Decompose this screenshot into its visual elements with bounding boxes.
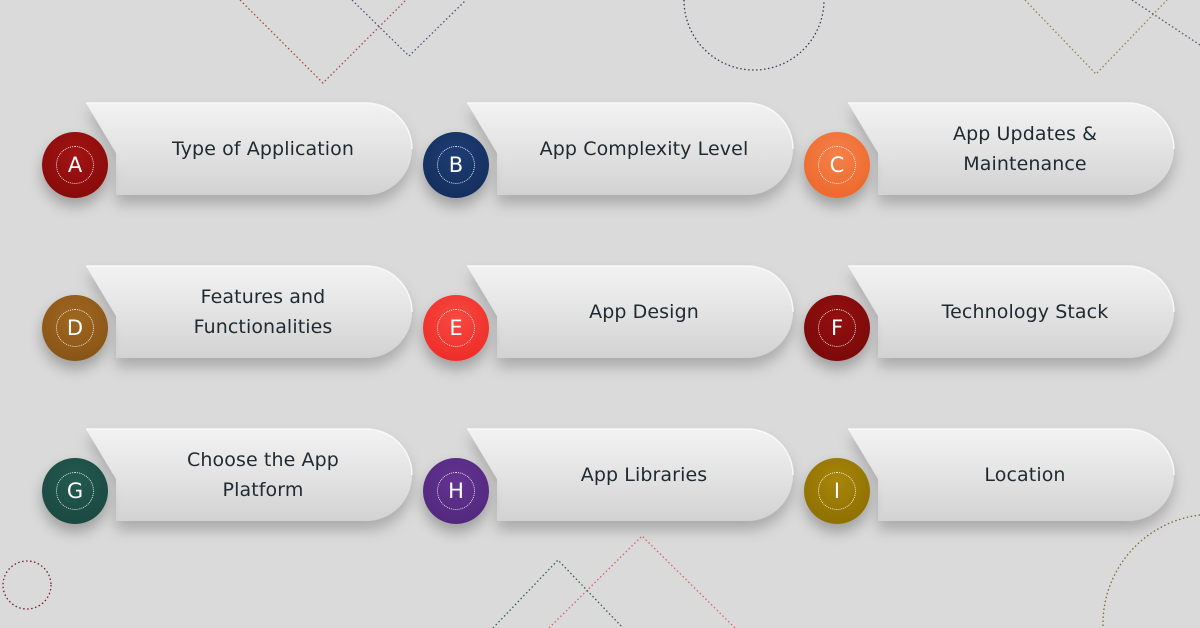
- factor-card-b: App Complexity Level B: [421, 102, 794, 203]
- card-label-line: Maintenance: [963, 153, 1087, 175]
- card-label: Technology Stack: [880, 266, 1170, 358]
- card-label-line: App Updates &: [952, 123, 1098, 145]
- card-label: App Complexity Level: [499, 103, 789, 195]
- card-label-line: App Libraries: [580, 464, 708, 486]
- factor-card-h: App Libraries H: [421, 428, 794, 529]
- letter-badge: C: [804, 132, 870, 198]
- badge-letter: G: [66, 479, 84, 503]
- letter-badge: E: [423, 295, 489, 361]
- card-label-line: App Design: [589, 301, 699, 323]
- factor-card-g: Choose the App Platform G: [40, 428, 413, 529]
- factor-card-c: App Updates & Maintenance C: [802, 102, 1175, 203]
- badge-letter: D: [66, 316, 84, 340]
- badge-letter: A: [67, 153, 83, 177]
- badge-letter: F: [830, 316, 844, 340]
- card-label-line: Features and: [200, 286, 326, 308]
- card-label-line: Technology Stack: [941, 301, 1109, 323]
- card-label: Type of Application: [118, 103, 408, 195]
- badge-letter: I: [833, 479, 841, 503]
- badge-letter: B: [448, 153, 464, 177]
- deco-triangle-green-bottom: [492, 559, 624, 628]
- deco-chevron-red-top: [239, 0, 407, 84]
- deco-line-purple-top: [1131, 0, 1200, 46]
- card-label: Features and Functionalities: [118, 266, 408, 358]
- factor-card-e: App Design E: [421, 265, 794, 366]
- letter-badge: I: [804, 458, 870, 524]
- card-label-line: App Complexity Level: [539, 138, 749, 160]
- factor-card-i: Location I: [802, 428, 1175, 529]
- deco-arc-bottom-right: [1102, 514, 1200, 628]
- letter-badge: A: [42, 132, 108, 198]
- card-label: App Libraries: [499, 429, 789, 521]
- deco-circle-bottom-left: [2, 560, 52, 610]
- deco-chevron-olive-top: [1024, 0, 1168, 75]
- letter-badge: B: [423, 132, 489, 198]
- card-label-line: Functionalities: [193, 316, 333, 338]
- deco-triangle-red-bottom: [548, 535, 736, 628]
- letter-badge: F: [804, 295, 870, 361]
- card-label-line: Platform: [222, 479, 304, 501]
- deco-chevron-blue-top: [351, 0, 467, 57]
- card-label-line: Choose the App: [187, 449, 339, 471]
- card-label: App Updates & Maintenance: [880, 103, 1170, 195]
- letter-badge: G: [42, 458, 108, 524]
- card-label: Choose the App Platform: [118, 429, 408, 521]
- factor-card-a: Type of Application A: [40, 102, 413, 203]
- letter-badge: H: [423, 458, 489, 524]
- card-label-line: Location: [984, 464, 1066, 486]
- letter-badge: D: [42, 295, 108, 361]
- card-label: Location: [880, 429, 1170, 521]
- card-label: App Design: [499, 266, 789, 358]
- badge-letter: E: [449, 316, 463, 340]
- factor-card-d: Features and Functionalities D: [40, 265, 413, 366]
- deco-circle-top: [683, 0, 825, 71]
- card-label-line: Type of Application: [171, 138, 355, 160]
- badge-letter: C: [829, 153, 845, 177]
- badge-letter: H: [448, 479, 464, 503]
- factor-card-f: Technology Stack F: [802, 265, 1175, 366]
